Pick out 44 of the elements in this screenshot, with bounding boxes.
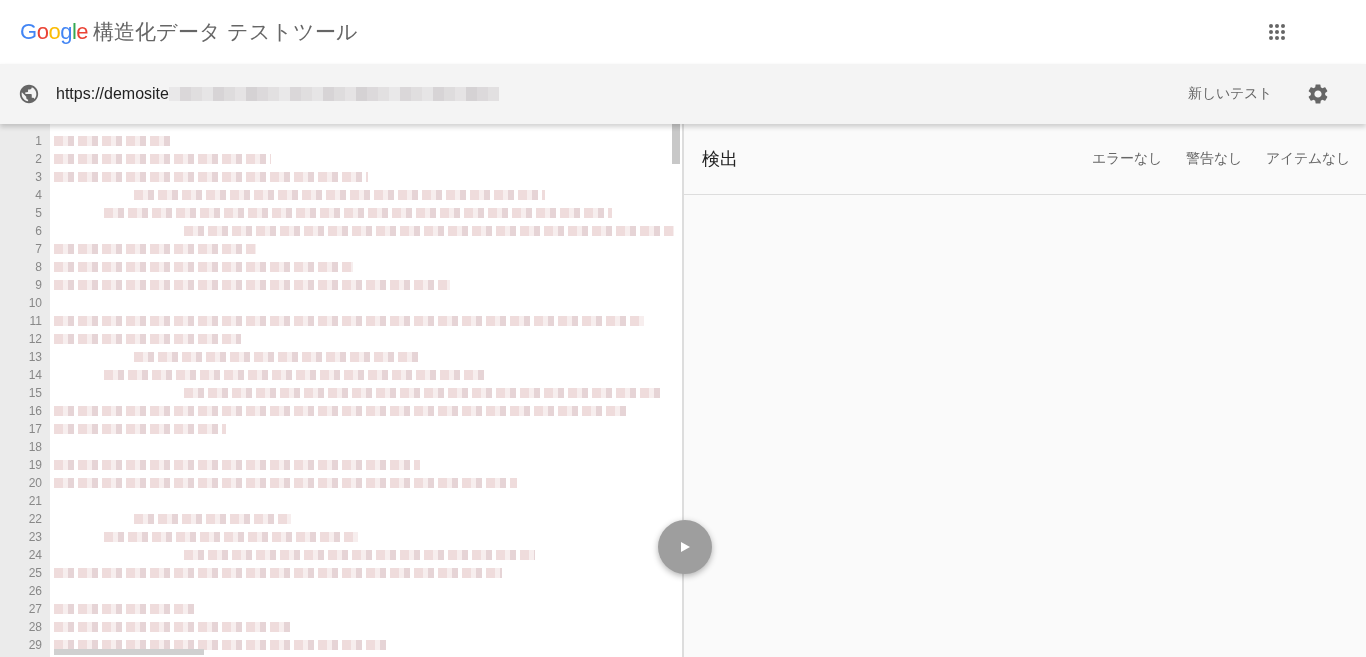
line-number: 28 <box>27 619 43 636</box>
google-logo: Google <box>20 19 88 45</box>
line-number: 10 <box>27 295 43 312</box>
app-title: 構造化データ テストツール <box>93 19 358 45</box>
line-number: 15 <box>27 385 43 402</box>
line-number: 26 <box>27 583 43 600</box>
results-title: 検出 <box>702 148 738 171</box>
line-number: 19 <box>27 457 43 474</box>
line-number: 22 <box>27 511 43 528</box>
new-test-button[interactable]: 新しいテスト <box>1184 79 1276 109</box>
line-number: 24 <box>27 547 43 564</box>
line-number: 17 <box>27 421 43 438</box>
line-number: 3 <box>34 169 43 186</box>
line-number: 16 <box>27 403 43 420</box>
apps-icon[interactable] <box>1268 23 1286 41</box>
line-number: 18 <box>27 439 43 456</box>
count-label: エラーなし <box>1092 150 1162 168</box>
run-button[interactable] <box>658 520 712 574</box>
line-number: 8 <box>34 259 43 276</box>
globe-icon <box>18 83 40 105</box>
line-number: 14 <box>27 367 43 384</box>
line-number: 27 <box>27 601 43 618</box>
settings-icon[interactable] <box>1306 82 1330 106</box>
line-number: 6 <box>34 223 43 240</box>
line-number: 9 <box>34 277 43 294</box>
line-number: 1 <box>34 133 43 150</box>
url-text: https://demosite <box>56 85 169 103</box>
line-number: 21 <box>27 493 43 510</box>
scrollbar[interactable] <box>672 124 680 164</box>
line-number: 13 <box>27 349 43 366</box>
line-number: 25 <box>27 565 43 582</box>
scrollbar[interactable] <box>54 649 204 655</box>
line-number: 12 <box>27 331 43 348</box>
count-label: アイテムなし <box>1266 150 1350 168</box>
line-number: 2 <box>34 151 43 168</box>
line-number: 5 <box>34 205 43 222</box>
line-number: 7 <box>34 241 43 258</box>
play-icon <box>679 541 691 553</box>
line-number: 23 <box>27 529 43 546</box>
line-number: 29 <box>27 637 43 654</box>
line-number: 11 <box>28 313 43 330</box>
line-number: 20 <box>27 475 43 492</box>
line-number: 4 <box>34 187 43 204</box>
count-label: 警告なし <box>1186 150 1242 168</box>
